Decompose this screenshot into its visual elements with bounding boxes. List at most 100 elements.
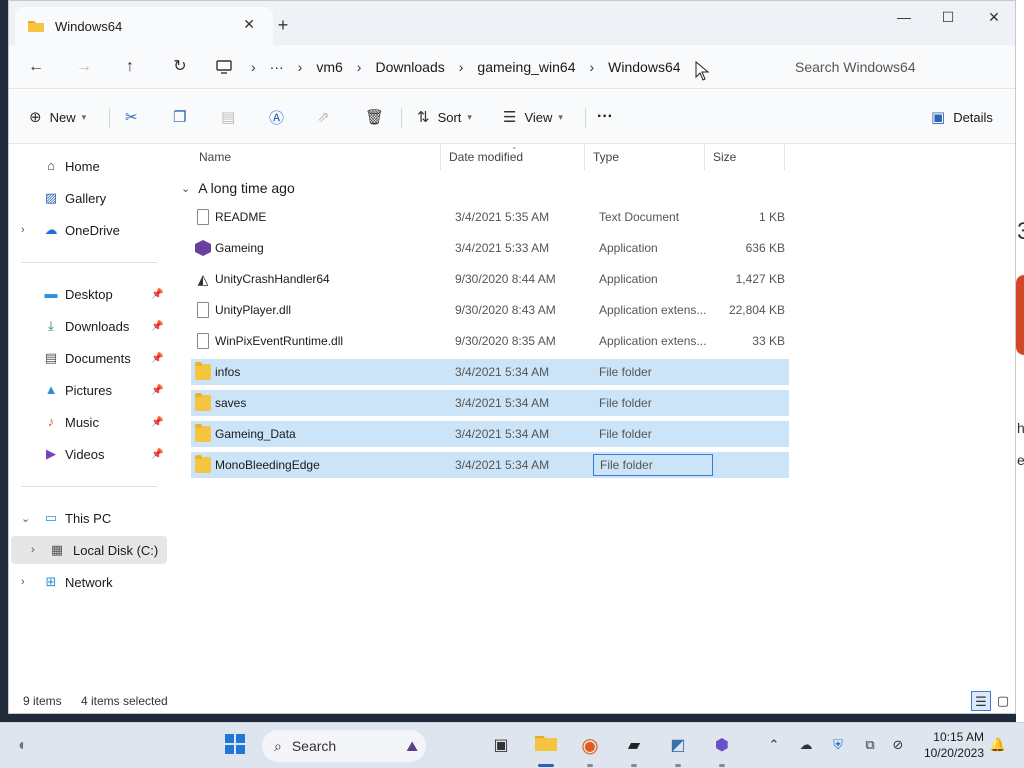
back-button[interactable]: ← xyxy=(21,53,51,81)
breadcrumb-overflow[interactable]: ··· xyxy=(264,59,290,75)
sidebar-item-this-pc[interactable]: ⌄ ▭ This PC xyxy=(9,504,165,532)
column-header-name[interactable]: Name xyxy=(191,144,441,170)
file-row[interactable]: ◭ UnityCrashHandler64 9/30/2020 8:44 AM App… xyxy=(191,266,789,292)
sidebar-item-pictures[interactable]: ▲ Pictures 📌 xyxy=(9,376,165,404)
file-row[interactable]: WinPixEventRuntime.dll 9/30/2020 8:35 AM A… xyxy=(191,328,789,354)
file-row[interactable]: Gameing 3/4/2021 5:33 AM Application 636 KB xyxy=(191,235,789,261)
refresh-button[interactable]: ↻ xyxy=(165,53,195,81)
up-button[interactable]: ↑ xyxy=(115,53,145,81)
onedrive-tray-icon[interactable]: ☁ xyxy=(796,735,816,755)
pin-icon[interactable]: 📌 xyxy=(151,449,163,460)
security-icon[interactable]: ⛨ xyxy=(828,735,848,755)
details-view-icon[interactable]: ☰ xyxy=(971,691,991,711)
network-icon: ⊞ xyxy=(45,574,57,589)
widgets-icon[interactable]: ◐ xyxy=(10,733,36,759)
details-button[interactable]: ▣ Details xyxy=(931,102,993,132)
more-options-button[interactable]: ··· xyxy=(597,102,613,132)
sidebar-item-desktop[interactable]: ▬ Desktop 📌 xyxy=(9,280,165,308)
cut-button[interactable]: ✂ xyxy=(125,102,146,132)
start-button[interactable] xyxy=(222,733,248,759)
rename-button[interactable]: Ⓐ xyxy=(269,102,292,132)
breadcrumb[interactable]: › ··· › vm6 › Downloads › gameing_win64 … xyxy=(215,51,775,83)
file-name: UnityPlayer.dll xyxy=(215,303,292,317)
folder-row[interactable]: infos 3/4/2021 5:34 AM File folder xyxy=(191,359,789,385)
plus-circle-icon: ⊕ xyxy=(29,109,42,126)
pin-icon[interactable]: 📌 xyxy=(151,385,163,396)
minimize-button[interactable]: — xyxy=(881,5,927,29)
chevron-right-icon: › xyxy=(589,59,595,75)
file-row[interactable]: README 3/4/2021 5:35 AM Text Document 1 KB xyxy=(191,204,789,230)
sidebar-item-onedrive[interactable]: › ☁ OneDrive xyxy=(9,216,165,244)
pin-icon[interactable]: 📌 xyxy=(151,321,163,332)
terminal-icon[interactable]: ▰ xyxy=(621,733,647,759)
new-tab-button[interactable]: + xyxy=(271,13,295,37)
chevron-up-icon[interactable]: ⌃ xyxy=(764,735,784,755)
sort-button[interactable]: ⇅ Sort ▾ xyxy=(417,102,472,132)
task-view-icon[interactable]: ▣ xyxy=(488,733,514,759)
address-row: ← → ↑ ↻ › ··· › vm6 › Downloads › gamein… xyxy=(9,45,1015,89)
file-row[interactable]: UnityPlayer.dll 9/30/2020 8:43 AM Applicat… xyxy=(191,297,789,323)
monitor-app-icon[interactable]: ◩ xyxy=(665,733,691,759)
pin-icon[interactable]: 📌 xyxy=(151,353,163,364)
sidebar-item-network[interactable]: › ⊞ Network xyxy=(9,568,165,596)
notification-bell-icon[interactable]: 🔔 xyxy=(988,735,1008,755)
file-type: File folder xyxy=(599,396,652,410)
file-name: README xyxy=(215,210,267,224)
close-window-button[interactable]: ✕ xyxy=(971,5,1015,29)
copy-button[interactable]: ❐ xyxy=(173,102,194,132)
folder-row[interactable]: saves 3/4/2021 5:34 AM File folder xyxy=(191,390,789,416)
file-name: infos xyxy=(215,365,241,379)
sidebar-item-documents[interactable]: ▤ Documents 📌 xyxy=(9,344,165,372)
breadcrumb-downloads[interactable]: Downloads xyxy=(369,59,450,75)
file-name: Gameing_Data xyxy=(215,427,296,441)
view-button[interactable]: ☰ View ▾ xyxy=(503,102,563,132)
column-header-size[interactable]: Size xyxy=(705,144,785,170)
column-header-type[interactable]: Type xyxy=(585,144,705,170)
app-hexagon-icon[interactable]: ⬢ xyxy=(709,733,735,759)
group-header[interactable]: ⌄ A long time ago xyxy=(181,177,295,199)
file-size: 22,804 KB xyxy=(728,303,785,317)
maximize-button[interactable]: ☐ xyxy=(925,5,971,29)
taskbar-search[interactable]: ⌕ Search ⛰ xyxy=(262,730,426,762)
share-button[interactable]: ⇗ xyxy=(317,102,338,132)
firefox-icon[interactable]: ◉ xyxy=(577,733,603,759)
sidebar-item-label: Network xyxy=(65,574,113,590)
scissors-icon: ✂ xyxy=(125,109,138,126)
sidebar-item-videos[interactable]: ▶ Videos 📌 xyxy=(9,440,165,468)
new-button[interactable]: ⊕ New ▾ xyxy=(29,102,86,132)
tiles-view-icon[interactable]: ▢ xyxy=(993,691,1013,711)
trash-icon: 🗑 xyxy=(365,109,385,126)
external-link-icon[interactable]: ⧉ xyxy=(860,735,880,755)
pin-icon[interactable]: 📌 xyxy=(151,289,163,300)
pin-icon[interactable]: 📌 xyxy=(151,417,163,428)
search-highlight-icon: ⛰ xyxy=(406,737,418,754)
tab-windows64[interactable]: Windows64 ✕ xyxy=(15,7,273,45)
details-label: Details xyxy=(953,109,993,125)
sidebar-item-gallery[interactable]: ▨ Gallery xyxy=(9,184,165,212)
sidebar-item-downloads[interactable]: ⤓ Downloads 📌 xyxy=(9,312,165,340)
file-date: 9/30/2020 8:35 AM xyxy=(455,334,556,348)
breadcrumb-vm6[interactable]: vm6 xyxy=(310,59,348,75)
video-icon: ▶ xyxy=(46,446,56,461)
sidebar-item-home[interactable]: ⌂ Home xyxy=(9,152,165,180)
file-date: 3/4/2021 5:34 AM xyxy=(455,365,550,379)
clock[interactable]: 10:15 AM 10/20/2023 xyxy=(918,729,984,761)
sidebar-item-local-disk[interactable]: › ▦ Local Disk (C:) xyxy=(11,536,167,564)
column-header-date[interactable]: Date modified xyxy=(441,144,585,170)
close-tab-icon[interactable]: ✕ xyxy=(243,16,255,33)
search-input[interactable]: Search Windows64 xyxy=(781,51,1007,83)
sidebar-item-music[interactable]: ♪ Music 📌 xyxy=(9,408,165,436)
desktop-app-shape xyxy=(1016,275,1024,355)
monitor-icon xyxy=(216,60,232,74)
folder-row[interactable]: Gameing_Data 3/4/2021 5:34 AM File folder xyxy=(191,421,789,447)
paste-button[interactable]: ▤ xyxy=(221,102,243,132)
file-name: Gameing xyxy=(215,241,264,255)
network-status-icon[interactable]: ⊘ xyxy=(888,735,908,755)
group-label: A long time ago xyxy=(198,180,295,196)
folder-row[interactable]: MonoBleedingEdge 3/4/2021 5:34 AM File fol… xyxy=(191,452,789,478)
breadcrumb-gameing-win64[interactable]: gameing_win64 xyxy=(471,59,581,75)
file-explorer-taskbar-icon[interactable] xyxy=(533,733,559,759)
delete-button[interactable]: 🗑 xyxy=(365,102,392,132)
forward-button[interactable]: → xyxy=(69,53,99,81)
breadcrumb-windows64[interactable]: Windows64 xyxy=(602,59,686,75)
